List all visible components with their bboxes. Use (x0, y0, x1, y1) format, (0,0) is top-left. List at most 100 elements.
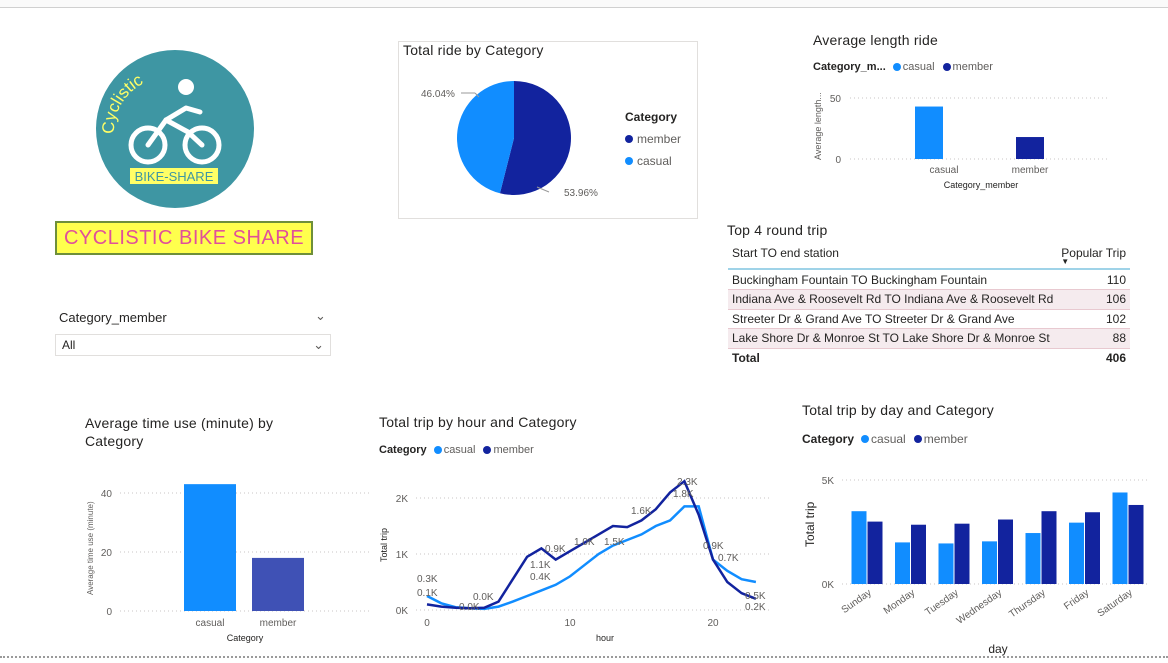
data-label: 0.2K (745, 602, 766, 613)
hour-ylabel: Total trip (379, 528, 389, 562)
avg-length-ylabel: Average length... (813, 92, 823, 160)
day-chart-title: Total trip by day and Category (802, 402, 994, 418)
day-legend-title: Category (802, 432, 855, 446)
hour-chart-title: Total trip by hour and Category (379, 414, 577, 430)
table-row[interactable]: Lake Shore Dr & Monroe St TO Lake Shore … (728, 328, 1130, 348)
avg-time-cat-member: member (260, 618, 297, 629)
avg-time-chart[interactable]: Average time use (minute) 40 20 0 casual… (80, 470, 380, 645)
data-label: 0.4K (530, 572, 551, 583)
category-slicer-dropdown[interactable]: All ⌄ (55, 334, 331, 356)
avg-length-legend: Category_m... casual member (813, 61, 997, 73)
slicer-title: Category_member (59, 310, 167, 325)
avg-length-legend-title: Category_m... (813, 61, 886, 73)
day-cat-label: Tuesday (923, 587, 960, 618)
table-row[interactable]: Streeter Dr & Grand Ave TO Streeter Dr &… (728, 309, 1130, 329)
hour-xlabel: hour (596, 633, 614, 643)
day-bar-member-thursday[interactable] (1041, 511, 1057, 584)
day-bar-casual-tuesday[interactable] (938, 543, 954, 584)
day-cat-label: Saturday (1096, 587, 1135, 619)
day-ytick-5k: 5K (822, 476, 835, 487)
table-row[interactable]: Indiana Ave & Roosevelt Rd TO Indiana Av… (728, 289, 1130, 309)
day-cat-label: Friday (1062, 587, 1091, 612)
avg-time-cat-casual: casual (196, 618, 225, 629)
rider-head (178, 79, 194, 95)
data-label: 1.6K (631, 506, 652, 517)
legend-casual[interactable]: casual (892, 61, 935, 73)
avg-length-title: Average length ride (813, 32, 938, 48)
data-label: 0.5K (745, 591, 766, 602)
pie-label-casual: 46.04% (421, 89, 455, 100)
pie-visual[interactable]: Total ride by Category 46.04% 53.96% Cat… (398, 41, 698, 219)
data-label: 0.9K (545, 544, 566, 555)
data-label: 1.5K (604, 537, 625, 548)
brand-title-box: CYCLISTIC BIKE SHARE (55, 221, 313, 255)
legend-member[interactable]: member (942, 61, 993, 73)
day-bar-member-sunday[interactable] (867, 521, 883, 584)
avg-time-bar-1[interactable] (252, 557, 304, 611)
legend-casual[interactable]: casual (433, 444, 475, 456)
logo-banner-text: BIKE-SHARE (135, 169, 214, 184)
data-label: 0.7K (718, 553, 739, 564)
legend-dot-member (625, 135, 633, 143)
day-ytick-0k: 0K (822, 580, 835, 591)
day-bar-member-friday[interactable] (1085, 512, 1100, 584)
day-chart[interactable]: Total trip 5K 0K Sunday Monday TuesdayWedn… (798, 462, 1153, 657)
avg-length-chart[interactable]: Average length... 50 0 casual member Cat… (808, 84, 1118, 194)
chevron-down-icon: ⌄ (313, 337, 324, 352)
day-bar-member-monday[interactable] (911, 524, 926, 584)
top-border (0, 0, 1168, 8)
data-label: 1.1K (530, 560, 551, 571)
avg-length-bar-1[interactable] (1016, 137, 1044, 159)
hour-xtick-20: 20 (707, 618, 719, 629)
day-bar-member-wednesday[interactable] (998, 519, 1013, 584)
hour-xtick-10: 10 (564, 618, 576, 629)
avg-time-ylabel: Average time use (minute) (86, 501, 95, 595)
avg-time-bar-0[interactable] (184, 484, 236, 611)
legend-label-member: member (637, 132, 682, 146)
day-bar-casual-sunday[interactable] (851, 511, 867, 584)
slicer-collapse-chevron-icon[interactable]: ⌄ (315, 308, 326, 324)
day-bar-casual-saturday[interactable] (1112, 492, 1128, 584)
day-chart-legend: Category casual member (802, 432, 972, 446)
trip-rows: Buckingham Fountain TO Buckingham Founta… (728, 270, 1130, 368)
hour-ytick-1k: 1K (396, 550, 409, 561)
logo-circle (96, 50, 254, 208)
col-header-station[interactable]: Start TO end station (732, 246, 839, 266)
pie-legend-casual[interactable]: casual (625, 154, 672, 168)
col-header-popular[interactable]: Popular Trip ▼ (1061, 246, 1126, 266)
data-label: 2.3K (677, 477, 698, 488)
hour-chart-legend: Category casual member (379, 444, 538, 456)
hour-chart[interactable]: Total trip 2K 1K 0K 0 10 20 hour 0.3K 0.… (376, 462, 776, 647)
hour-data-labels: 0.3K 0.1K 0.0K 0.0K 1.1K 0.4K 0.9K 1.0K … (417, 477, 766, 613)
cyclistic-logo: Cyclistic BIKE-SHARE (96, 50, 254, 208)
day-bar-member-saturday[interactable] (1128, 504, 1144, 584)
sort-desc-icon: ▼ (1061, 257, 1070, 266)
legend-member[interactable]: member (483, 444, 534, 456)
day-bar-casual-wednesday[interactable] (982, 541, 997, 584)
data-label: 1.8K (673, 489, 694, 500)
day-cat-label: Wednesday (955, 587, 1004, 626)
day-bar-casual-friday[interactable] (1069, 522, 1084, 584)
legend-casual[interactable]: casual (861, 432, 906, 446)
pie-legend-member[interactable]: member (625, 132, 681, 146)
data-label: 0.0K (473, 592, 494, 603)
table-row[interactable]: Buckingham Fountain TO Buckingham Founta… (728, 270, 1130, 290)
avg-length-cat-member: member (1012, 165, 1049, 176)
table-total-row: Total 406 (732, 351, 1126, 365)
top-trips-title: Top 4 round trip (727, 222, 828, 238)
avg-length-xlabel: Category_member (944, 180, 1019, 190)
day-cat-label: Monday (882, 587, 917, 616)
avg-length-bar-0[interactable] (915, 106, 943, 159)
day-bar-casual-monday[interactable] (895, 542, 910, 584)
data-label: 0.9K (703, 541, 724, 552)
day-bar-casual-thursday[interactable] (1025, 533, 1041, 584)
day-cat-label: Thursday (1007, 587, 1047, 620)
legend-label-casual: casual (637, 154, 672, 168)
data-label: 0.3K (417, 574, 438, 585)
data-label: 1.0K (574, 537, 595, 548)
hour-legend-title: Category (379, 444, 427, 456)
legend-member[interactable]: member (913, 432, 968, 446)
data-label: 0.0K (459, 602, 480, 613)
day-bar-member-tuesday[interactable] (954, 523, 970, 584)
hour-ytick-0k: 0K (396, 606, 409, 617)
